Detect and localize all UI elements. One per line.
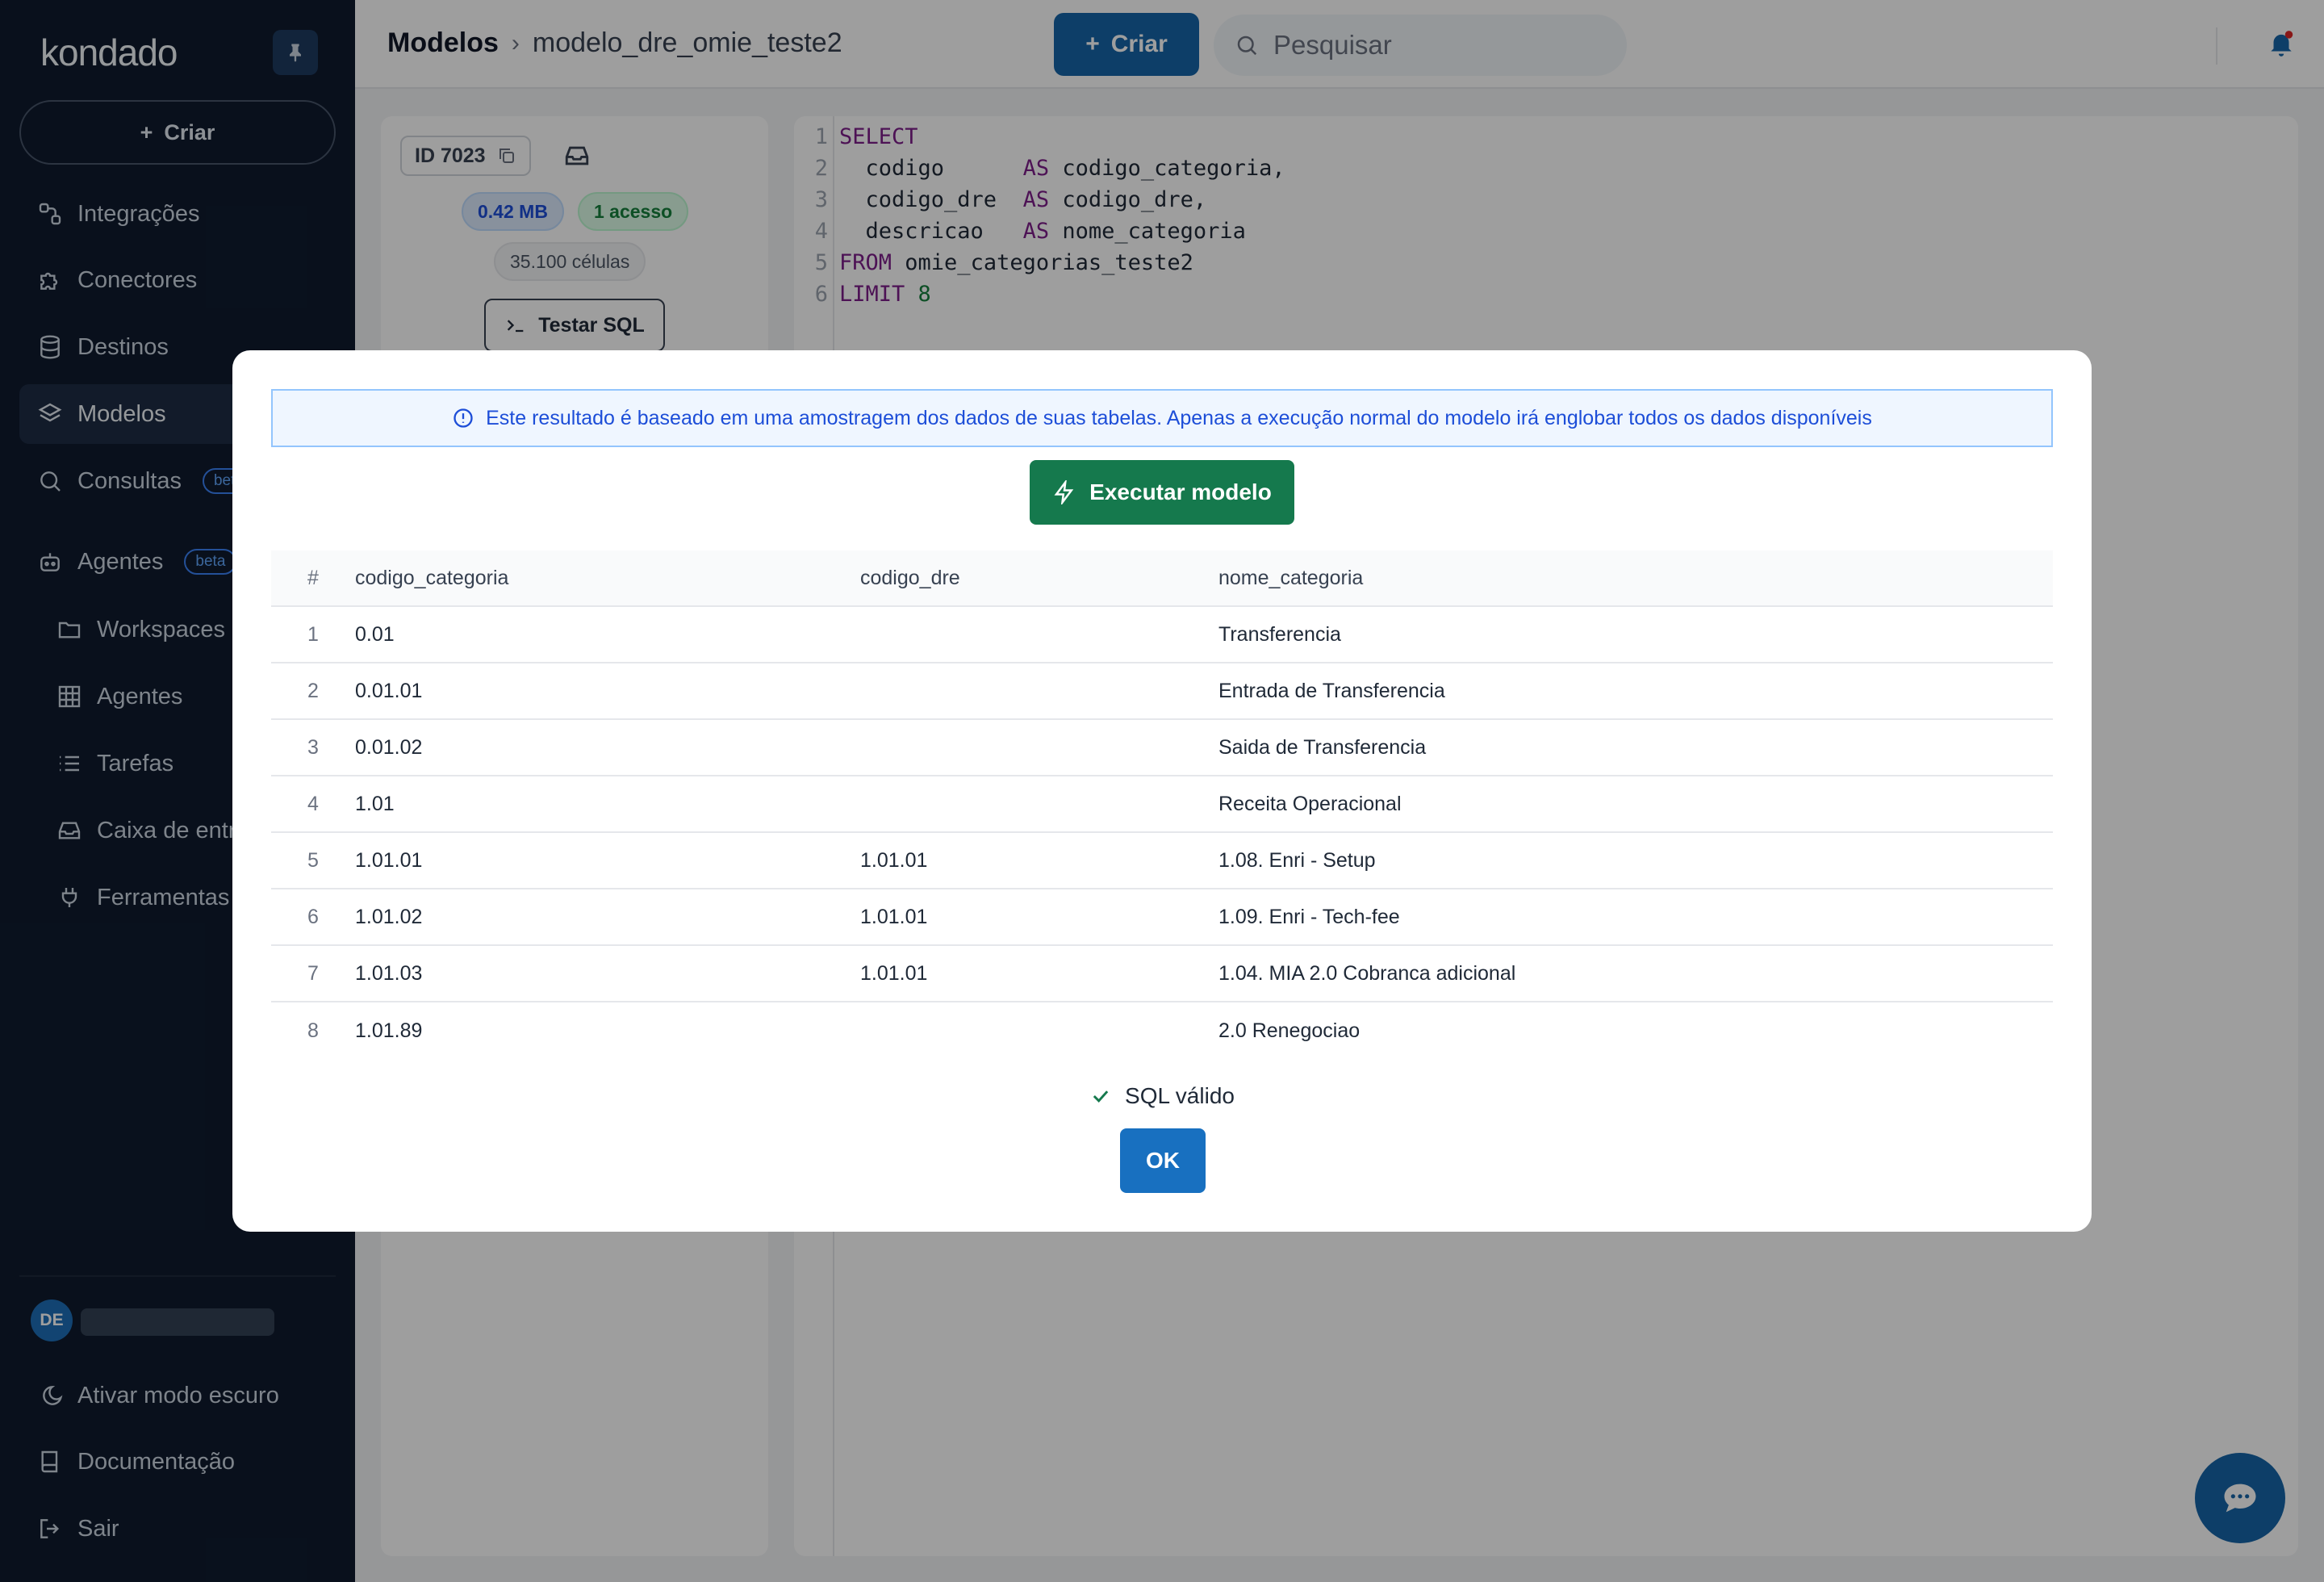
cell-codigo-categoria: 0.01.01	[355, 679, 423, 702]
table-row: 3 0.01.02 Saida de Transferencia	[271, 720, 2053, 776]
cell-codigo-categoria: 0.01.02	[355, 735, 423, 759]
row-number: 6	[307, 905, 319, 928]
row-number: 2	[307, 679, 319, 702]
table-row: 2 0.01.01 Entrada de Transferencia	[271, 663, 2053, 720]
row-number: 7	[307, 961, 319, 985]
cell-codigo-dre: 1.01.01	[860, 961, 928, 985]
column-header: #	[307, 566, 319, 589]
table-row: 4 1.01 Receita Operacional	[271, 776, 2053, 833]
cell-codigo-categoria: 1.01.01	[355, 848, 423, 872]
ok-button[interactable]: OK	[1120, 1128, 1206, 1193]
cell-nome-categoria: 1.09. Enri - Tech-fee	[1218, 905, 1400, 928]
sql-valid-label: SQL válido	[1125, 1083, 1235, 1108]
cell-nome-categoria: 2.0 Renegociao	[1218, 1019, 1361, 1042]
lightning-icon	[1054, 480, 1074, 504]
table-row: 6 1.01.02 1.01.01 1.09. Enri - Tech-fee	[271, 889, 2053, 946]
row-number: 8	[307, 1019, 319, 1042]
row-number: 3	[307, 735, 319, 759]
cell-nome-categoria: Transferencia	[1218, 622, 1341, 646]
column-header: codigo_dre	[860, 566, 960, 589]
cell-codigo-categoria: 1.01.02	[355, 905, 423, 928]
table-row: 7 1.01.03 1.01.01 1.04. MIA 2.0 Cobranca…	[271, 946, 2053, 1002]
execute-model-button[interactable]: Executar modelo	[1030, 460, 1294, 525]
check-icon	[1093, 1090, 1109, 1103]
execute-model-label: Executar modelo	[1089, 479, 1272, 504]
cell-nome-categoria: Receita Operacional	[1218, 792, 1402, 815]
cell-nome-categoria: 1.08. Enri - Setup	[1218, 848, 1376, 872]
row-number: 4	[307, 792, 319, 815]
row-number: 5	[307, 848, 319, 872]
info-icon	[454, 408, 473, 428]
cell-codigo-categoria: 1.01.03	[355, 961, 423, 985]
cell-codigo-categoria: 0.01	[355, 622, 395, 646]
sql-test-result-modal: Este resultado é baseado em uma amostrag…	[232, 350, 2092, 1232]
sample-notice-banner: Este resultado é baseado em uma amostrag…	[271, 389, 2053, 447]
table-row: 5 1.01.01 1.01.01 1.08. Enri - Setup	[271, 833, 2053, 889]
row-number: 1	[307, 622, 319, 646]
cell-codigo-categoria: 1.01.89	[355, 1019, 423, 1042]
sql-valid-status: SQL válido	[232, 1083, 2092, 1109]
cell-nome-categoria: Saida de Transferencia	[1218, 735, 1427, 759]
cell-codigo-dre: 1.01.01	[860, 848, 928, 872]
cell-nome-categoria: 1.04. MIA 2.0 Cobranca adicional	[1218, 961, 1516, 985]
table-row: 1 0.01 Transferencia	[271, 607, 2053, 663]
column-header: nome_categoria	[1218, 566, 1364, 589]
result-table: # codigo_categoria codigo_dre nome_categ…	[271, 550, 2053, 1059]
cell-codigo-dre: 1.01.01	[860, 905, 928, 928]
cell-codigo-categoria: 1.01	[355, 792, 395, 815]
column-header: codigo_categoria	[355, 566, 509, 589]
table-header: # codigo_categoria codigo_dre nome_categ…	[271, 550, 2053, 607]
cell-nome-categoria: Entrada de Transferencia	[1218, 679, 1445, 702]
table-row: 8 1.01.89 2.0 Renegociao	[271, 1002, 2053, 1059]
notice-text: Este resultado é baseado em uma amostrag…	[486, 406, 1872, 429]
